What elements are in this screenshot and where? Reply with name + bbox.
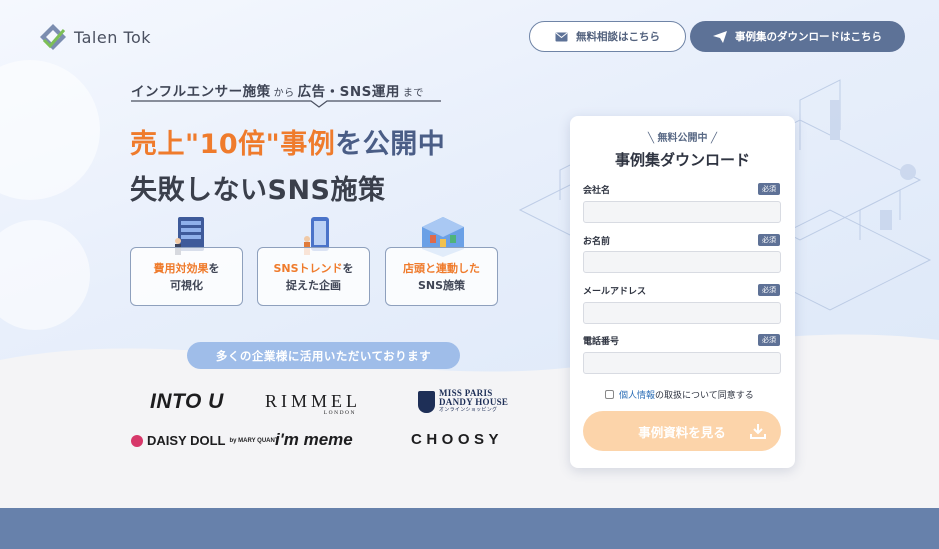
required-badge: 必須 xyxy=(758,234,780,246)
company-field[interactable] xyxy=(583,201,781,223)
brand-logo-missparis: MISS PARIS DANDY HOUSE オンラインショッピング xyxy=(418,389,508,414)
name-label: お名前 xyxy=(583,237,611,247)
decor-circle xyxy=(0,60,100,200)
download-icon xyxy=(750,424,766,439)
feature-text: 捉えた企画 xyxy=(286,278,341,292)
consent-text: の取扱について同意する xyxy=(655,391,754,401)
form-kicker-text: 無料公開中 xyxy=(657,133,708,144)
feature-text: SNS施策 xyxy=(417,278,466,292)
brand-name: DAISY DOLL xyxy=(147,433,226,448)
tagline-part: インフルエンサー施策 xyxy=(131,84,271,100)
brand-logo-immeme: i'm meme xyxy=(275,430,353,449)
brand-logo-rimmel: RIMMEL LONDON xyxy=(265,391,361,416)
name-field[interactable] xyxy=(583,251,781,273)
brand-name: RIMMEL xyxy=(265,391,361,411)
feature-text: 可視化 xyxy=(170,278,203,292)
form-title: 事例集ダウンロード xyxy=(614,151,750,169)
submit-label: 事例資料を見る xyxy=(638,424,726,440)
phone-field[interactable] xyxy=(583,352,781,374)
feature-card-cost-effectiveness: 費用対効果を 可視化 xyxy=(130,247,243,306)
clients-pill: 多くの企業様に活用いただいております xyxy=(187,342,460,369)
brand-logo-intou: INTO U xyxy=(150,390,224,413)
flower-icon xyxy=(131,434,143,447)
required-badge: 必須 xyxy=(758,183,780,195)
consent-checkbox[interactable] xyxy=(605,390,614,399)
brand-sub: オンラインショッピング xyxy=(439,408,498,413)
consent-row: 個人情報の取扱について同意する xyxy=(605,388,754,401)
download-casebook-label: 事例集のダウンロードはこちら xyxy=(735,31,882,43)
download-casebook-button[interactable]: 事例集のダウンロードはこちら xyxy=(690,21,905,52)
feature-highlight: SNSトレンド xyxy=(273,261,343,275)
feature-line: 店頭と連動した xyxy=(403,260,480,277)
feature-text: を xyxy=(208,261,220,275)
brand-sub: by MARY QUANT xyxy=(229,437,279,444)
logo-icon xyxy=(40,24,66,50)
feature-card-sns-trend: SNSトレンドを 捉えた企画 xyxy=(257,247,370,306)
feature-highlight: 店頭と連動した xyxy=(403,261,480,275)
tagline-connector: まで xyxy=(402,88,424,99)
mail-icon xyxy=(555,32,568,41)
brand-logo-daisydoll: DAISY DOLL by MARY QUANT xyxy=(131,433,279,448)
free-consult-label: 無料相談はこちら xyxy=(576,31,660,43)
hero-wave xyxy=(0,334,939,400)
tagline-connector: から xyxy=(273,88,295,99)
headline-highlight: 売上"10倍"事例 xyxy=(130,129,336,160)
feature-line: 費用対効果を xyxy=(154,260,220,277)
feature-line: SNSトレンドを xyxy=(273,260,353,277)
paper-plane-icon xyxy=(713,30,727,43)
download-form: ╲ 無料公開中 ╱ 事例集ダウンロード 会社名 必須 お名前 必須 メールアドレ… xyxy=(570,116,795,468)
email-field[interactable] xyxy=(583,302,781,324)
logo-text: Talen Tok xyxy=(74,27,152,47)
form-kicker: ╲ 無料公開中 ╱ xyxy=(647,133,718,144)
logo[interactable]: Talen Tok xyxy=(38,22,151,52)
feature-card-store-linked: 店頭と連動した SNS施策 xyxy=(385,247,498,306)
privacy-link[interactable]: 個人情報 xyxy=(619,391,655,401)
tagline-underline xyxy=(131,100,441,108)
crest-icon xyxy=(418,390,435,413)
brand-name: DANDY HOUSE xyxy=(439,397,509,407)
free-consult-button[interactable]: 無料相談はこちら xyxy=(529,21,686,52)
headline-rest: を公開中 xyxy=(335,129,446,160)
tagline-part: 広告・SNS運用 xyxy=(297,84,400,100)
headline-secondary: 失敗しないSNS施策 xyxy=(130,175,386,206)
brand-logo-choosy: CHOOSY xyxy=(411,431,504,448)
footer-band xyxy=(0,508,939,549)
email-label: メールアドレス xyxy=(583,287,647,297)
required-badge: 必須 xyxy=(758,334,780,346)
feature-highlight: 費用対効果 xyxy=(153,261,209,275)
brand-text: MISS PARIS DANDY HOUSE オンラインショッピング xyxy=(439,389,508,414)
headline-primary: 売上"10倍"事例を公開中 xyxy=(130,122,445,161)
phone-label: 電話番号 xyxy=(583,337,620,347)
required-badge: 必須 xyxy=(758,284,780,296)
feature-text: を xyxy=(342,261,354,275)
company-label: 会社名 xyxy=(583,186,611,196)
submit-button[interactable]: 事例資料を見る xyxy=(583,411,781,451)
